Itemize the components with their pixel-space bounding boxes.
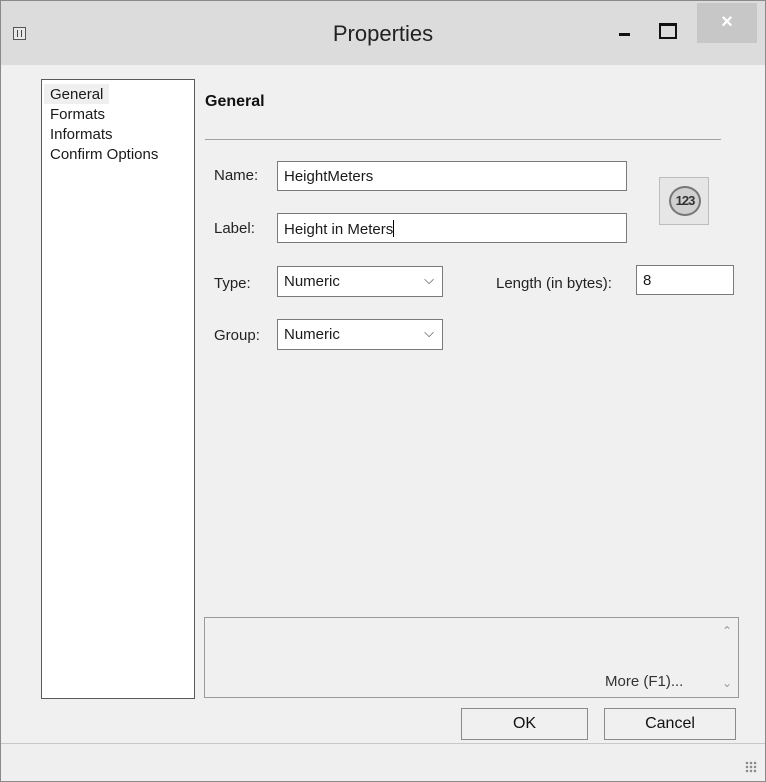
help-panel: More (F1)... ⌃ ⌄ (204, 617, 739, 698)
more-help-link[interactable]: More (F1)... (605, 673, 683, 690)
chevron-down-icon[interactable]: ⌵ (424, 272, 434, 288)
type-label: Type: (214, 275, 251, 292)
dialog-body: General Formats Informats Confirm Option… (21, 65, 745, 740)
length-field[interactable]: 8 (636, 265, 734, 295)
minimize-icon[interactable] (606, 1, 644, 43)
nav-item-confirm-options[interactable]: Confirm Options (44, 144, 164, 164)
name-label: Name: (214, 167, 259, 184)
section-divider (205, 139, 721, 140)
ok-button[interactable]: OK (461, 708, 588, 740)
status-bar (1, 743, 765, 781)
category-list[interactable]: General Formats Informats Confirm Option… (41, 79, 195, 699)
length-label: Length (in bytes): (496, 275, 612, 292)
type-select[interactable]: Numeric ⌵ (277, 266, 443, 297)
section-title: General (205, 93, 265, 110)
group-select[interactable]: Numeric ⌵ (277, 319, 443, 350)
maximize-icon[interactable] (649, 1, 687, 43)
nav-item-informats[interactable]: Informats (44, 124, 119, 144)
close-button[interactable]: × (697, 3, 757, 43)
resize-grip-icon[interactable] (745, 761, 757, 773)
text-caret (393, 220, 395, 237)
label-field[interactable]: Height in Meters (277, 213, 627, 243)
properties-window: Properties × General Formats Informats C… (0, 0, 766, 782)
scroll-down-icon[interactable]: ⌄ (722, 676, 732, 690)
group-select-value: Numeric (284, 326, 340, 343)
title-bar[interactable]: Properties × (1, 1, 765, 65)
numeric-type-icon: 123 (659, 177, 709, 225)
label-field-value: Height in Meters (284, 221, 394, 238)
nav-item-formats[interactable]: Formats (44, 104, 111, 124)
close-icon: × (721, 11, 733, 33)
cancel-button[interactable]: Cancel (604, 708, 736, 740)
type-select-value: Numeric (284, 273, 340, 290)
scroll-up-icon[interactable]: ⌃ (722, 624, 732, 638)
group-label: Group: (214, 327, 260, 344)
label-label: Label: (214, 220, 255, 237)
name-field[interactable]: HeightMeters (277, 161, 627, 191)
chevron-down-icon[interactable]: ⌵ (424, 325, 434, 341)
numeric-badge-icon: 123 (669, 186, 701, 216)
nav-item-general[interactable]: General (44, 84, 110, 104)
